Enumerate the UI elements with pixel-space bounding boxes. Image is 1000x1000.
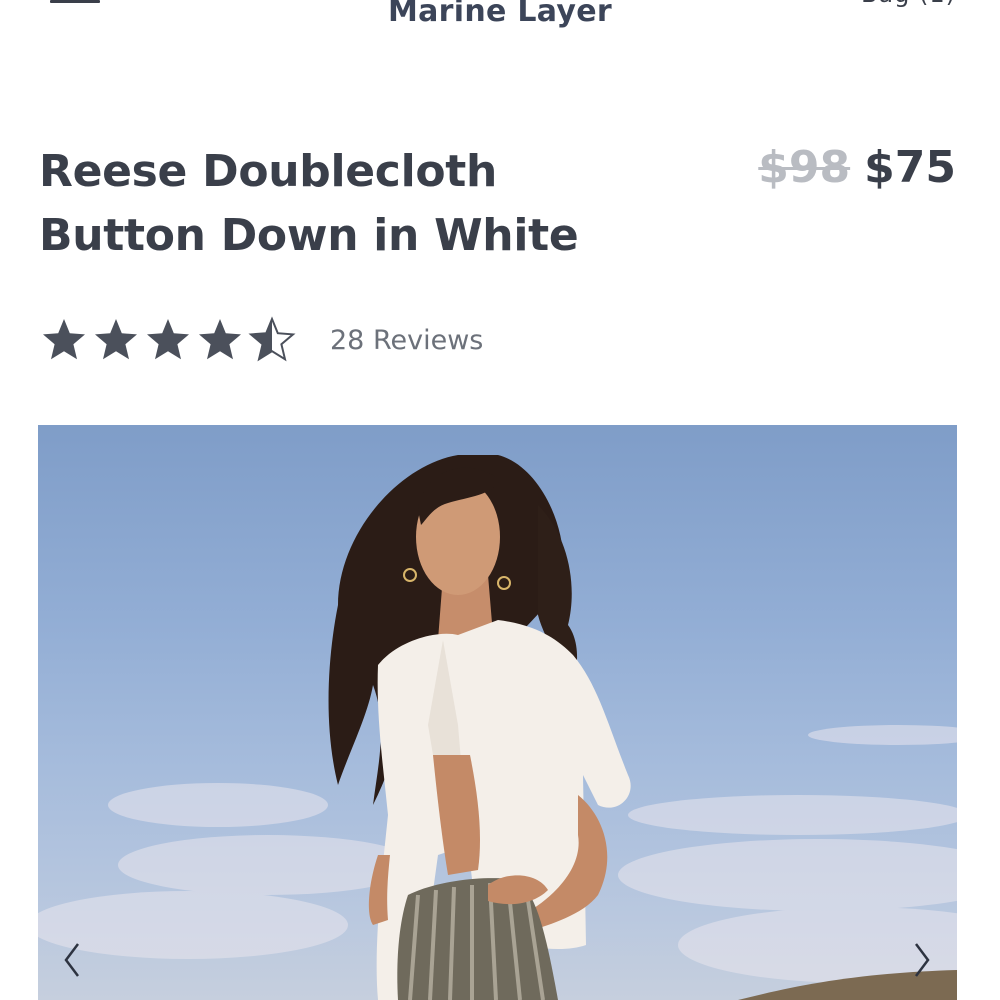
star-full-icon: [199, 319, 241, 360]
star-full-icon: [95, 319, 137, 360]
gallery-next-button[interactable]: [900, 930, 944, 990]
product-page: Marine Layer Bag (1) Reese Doublecloth B…: [0, 0, 1000, 1000]
product-price: $98 $75: [758, 142, 956, 193]
product-title: Reese Doublecloth Button Down in White: [39, 146, 579, 261]
gallery-prev-button[interactable]: [50, 930, 94, 990]
chevron-right-icon: [915, 943, 930, 977]
site-header: Marine Layer Bag (1): [0, 0, 1000, 40]
star-full-icon: [43, 319, 85, 360]
reviews-link[interactable]: 28 Reviews: [330, 325, 483, 356]
original-price: $98: [758, 142, 851, 193]
product-rating: 28 Reviews: [40, 314, 483, 366]
star-rating[interactable]: [40, 316, 300, 364]
brand-logo[interactable]: Marine Layer: [0, 0, 1000, 29]
product-photo: [38, 455, 957, 1000]
shopping-bag-link[interactable]: Bag (1): [861, 0, 956, 8]
chevron-left-icon: [64, 943, 79, 977]
star-full-icon: [147, 319, 189, 360]
product-image-gallery[interactable]: [38, 425, 957, 1000]
star-half-icon: [248, 316, 296, 362]
sale-price: $75: [864, 142, 956, 193]
